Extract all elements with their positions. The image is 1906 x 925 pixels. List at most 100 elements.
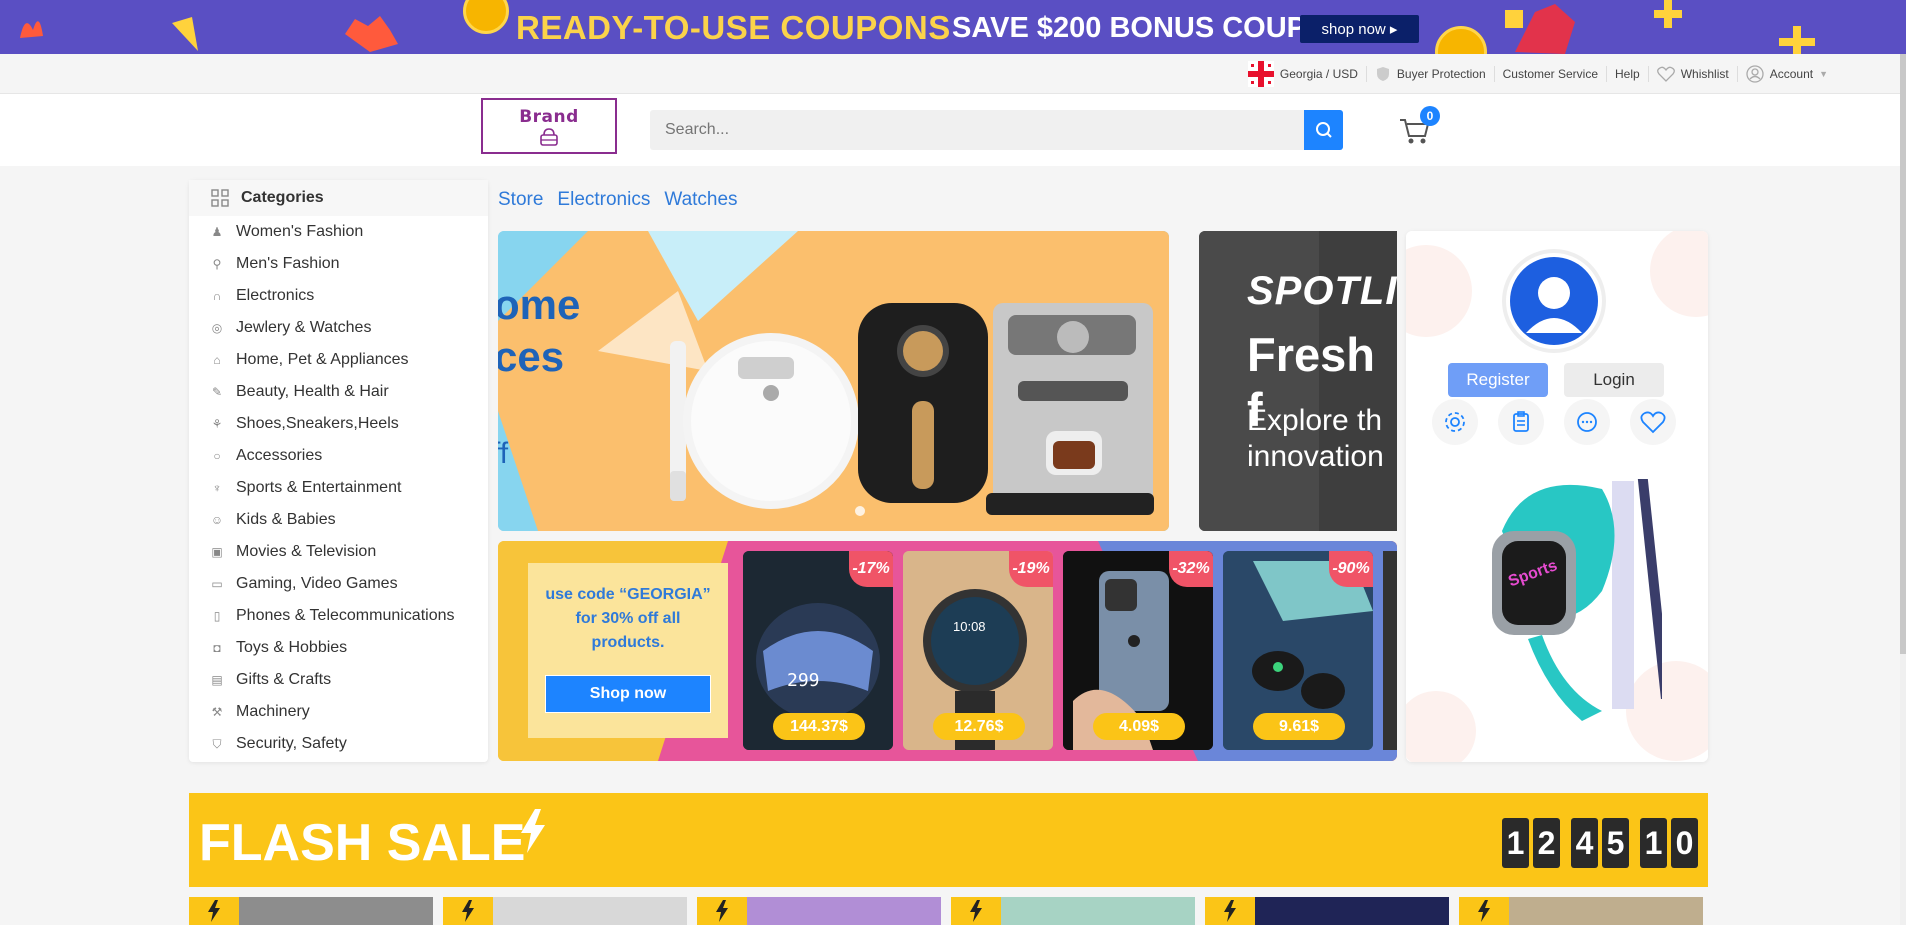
category-list: ♟ Women's Fashion ⚲ Men's Fashion ∩ Electro… [189, 216, 488, 760]
coin-decoration [463, 0, 509, 34]
settings-icon [1445, 412, 1465, 432]
coupon-shop-now-button[interactable]: Shop now [545, 675, 711, 713]
discount-badge: -90% [1329, 551, 1373, 587]
page: READY-TO-USE COUPONS SAVE $200 BONUS COU… [0, 0, 1906, 925]
coin-decoration [1435, 26, 1487, 54]
category-item[interactable]: ✎ Beauty, Health & Hair [189, 376, 488, 408]
chat-icon [1577, 412, 1597, 432]
watch-icon: ◎ [211, 321, 223, 335]
price-tag: 4.09$ [1093, 713, 1185, 740]
shape-decoration [172, 17, 198, 51]
timer-digit: 1 [1502, 818, 1529, 868]
category-item[interactable]: ▯ Phones & Telecommunications [189, 600, 488, 632]
discount-badge: -32% [1169, 551, 1213, 587]
spotlight-subtitle-line1: Explore th [1247, 404, 1383, 437]
promo-banner[interactable]: READY-TO-USE COUPONS SAVE $200 BONUS COU… [0, 0, 1906, 54]
search-input[interactable] [650, 110, 1343, 150]
product-card[interactable]: 299 -17% 144.37$ [743, 551, 893, 750]
toy-icon: ◘ [213, 641, 221, 655]
hero-banner-spotlight[interactable]: SPOTLIG Fresh f Explore thinnovation [1199, 231, 1397, 531]
flash-product-tile[interactable] [1205, 897, 1449, 925]
help-link[interactable]: Help [1607, 66, 1649, 82]
headphones-icon: ∩ [212, 289, 222, 303]
orders-button[interactable] [1498, 399, 1544, 445]
category-label: Accessories [236, 447, 323, 464]
coupon-strip: use code “GEORGIA” for 30% off all produ… [498, 541, 1397, 761]
link-electronics[interactable]: Electronics [557, 189, 650, 211]
watch-product-image[interactable]: Sports [1452, 471, 1662, 731]
category-item[interactable]: ∩ Electronics [189, 280, 488, 312]
product-card[interactable]: -90% 9.61$ [1223, 551, 1373, 750]
lightning-icon [1459, 897, 1509, 925]
price-tag: 9.61$ [1253, 713, 1345, 740]
page-scrollbar[interactable] [1900, 54, 1906, 925]
search-button[interactable] [1304, 110, 1343, 150]
category-label: Shoes,Sneakers,Heels [236, 415, 399, 432]
category-item[interactable]: ○ Accessories [189, 440, 488, 472]
category-item[interactable]: ▤ Gifts & Crafts [189, 664, 488, 696]
category-item[interactable]: ⚒ Machinery [189, 696, 488, 728]
category-item[interactable]: ♟ Women's Fashion [189, 216, 488, 248]
account-menu[interactable]: Account ▼ [1738, 65, 1836, 83]
brand-logo[interactable]: Brand [481, 98, 617, 154]
customer-service-link[interactable]: Customer Service [1495, 66, 1608, 82]
categories-header[interactable]: Categories [189, 180, 488, 216]
flash-sale-title: FLASH SALE [199, 814, 526, 872]
category-item[interactable]: ◎ Jewlery & Watches [189, 312, 488, 344]
category-item[interactable]: ⚲ Men's Fashion [189, 248, 488, 280]
category-label: Toys & Hobbies [236, 639, 348, 656]
link-watches[interactable]: Watches [664, 189, 737, 211]
region-label: Georgia / USD [1279, 67, 1358, 81]
link-store[interactable]: Store [498, 189, 543, 211]
category-item[interactable]: ⚘ Shoes,Sneakers,Heels [189, 408, 488, 440]
product-card[interactable]: -32% 4.09$ [1063, 551, 1213, 750]
promo-shop-now-button[interactable]: shop now ▸ [1300, 15, 1419, 43]
heart-icon [1640, 411, 1666, 434]
category-item[interactable]: ☺ Kids & Babies [189, 504, 488, 536]
messages-button[interactable] [1564, 399, 1610, 445]
settings-button[interactable] [1432, 399, 1478, 445]
register-button[interactable]: Register [1448, 363, 1548, 397]
category-item[interactable]: ▭ Gaming, Video Games [189, 568, 488, 600]
category-label: Kids & Babies [236, 511, 336, 528]
ring-icon: ○ [213, 449, 221, 463]
category-label: Women's Fashion [236, 223, 364, 240]
product-card[interactable]: 10:08 -19% 12.76$ [903, 551, 1053, 750]
discount-badge: -17% [849, 551, 893, 587]
svg-text:10:08: 10:08 [953, 619, 986, 634]
wishlist-link[interactable]: Whishlist [1649, 66, 1738, 82]
flash-product-tile[interactable] [951, 897, 1195, 925]
lightning-icon [189, 897, 239, 925]
flash-product-tile[interactable] [1459, 897, 1703, 925]
timer-digit: 4 [1571, 818, 1598, 868]
category-item[interactable]: ▣ Movies & Television [189, 536, 488, 568]
category-item[interactable]: ◘ Toys & Hobbies [189, 632, 488, 664]
burst-decoration [345, 16, 398, 52]
category-item[interactable]: ♆ Sports & Entertainment [189, 472, 488, 504]
lightning-icon [443, 897, 493, 925]
category-item[interactable]: ⌂ Home, Pet & Appliances [189, 344, 488, 376]
shoe-icon: ⚘ [211, 417, 223, 431]
category-label: Electronics [236, 287, 315, 304]
flash-product-tile[interactable] [697, 897, 941, 925]
price-tag: 12.76$ [933, 713, 1025, 740]
timer-digit: 1 [1640, 818, 1667, 868]
wishlist-button[interactable] [1630, 399, 1676, 445]
baby-icon: ☺ [210, 513, 224, 527]
avatar[interactable] [1506, 253, 1602, 349]
flash-product-tile[interactable] [189, 897, 433, 925]
search-icon [1315, 122, 1332, 138]
hero-banner-appliances[interactable]: ome ces ff [498, 231, 1169, 531]
login-button[interactable]: Login [1564, 363, 1664, 397]
flash-product-tile[interactable] [443, 897, 687, 925]
category-item[interactable]: ⛉ Security, Safety [189, 728, 488, 760]
category-label: Phones & Telecommunications [236, 607, 455, 624]
timer-digit: 5 [1602, 818, 1629, 868]
region-selector[interactable]: Georgia / USD [1240, 61, 1367, 87]
splash-decoration [20, 21, 43, 38]
scrollbar-thumb[interactable] [1900, 54, 1906, 654]
cart-count-badge: 0 [1420, 106, 1440, 126]
cart-button[interactable]: 0 [1398, 106, 1440, 146]
buyer-protection-link[interactable]: Buyer Protection [1367, 66, 1495, 82]
coupon-text: use code “GEORGIA” for 30% off all produ… [545, 586, 711, 651]
